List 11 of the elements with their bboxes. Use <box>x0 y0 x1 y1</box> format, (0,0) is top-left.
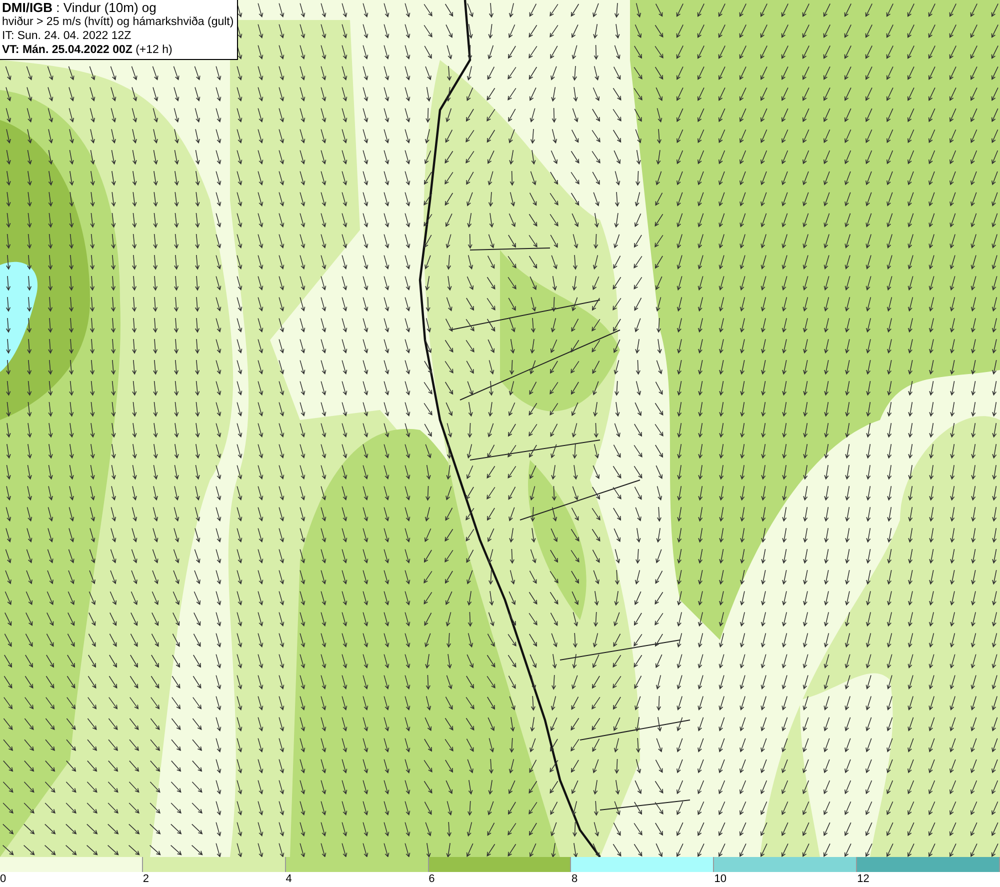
info-text: IT: Sun. 24. 04. 2022 12Z <box>2 29 132 43</box>
colorbar-label: 0 <box>0 872 6 886</box>
colorbar-label: 8 <box>571 872 578 886</box>
colorbar-label: 12 <box>857 872 870 886</box>
colorbar-label: 2 <box>142 872 149 886</box>
info-text: DMI/IGB : Vindur (10m) og <box>2 1 158 15</box>
info-text: VT: Mán. 25.04.2022 00Z (+12 h) <box>2 43 174 57</box>
colorbar-label: 10 <box>714 872 727 886</box>
info-text: hviður > 25 m/s (hvítt) og hámarkshviða (gult) <box>2 15 234 29</box>
colorbar-label: 4 <box>286 872 292 886</box>
colorbar-label: 6 <box>428 872 435 886</box>
